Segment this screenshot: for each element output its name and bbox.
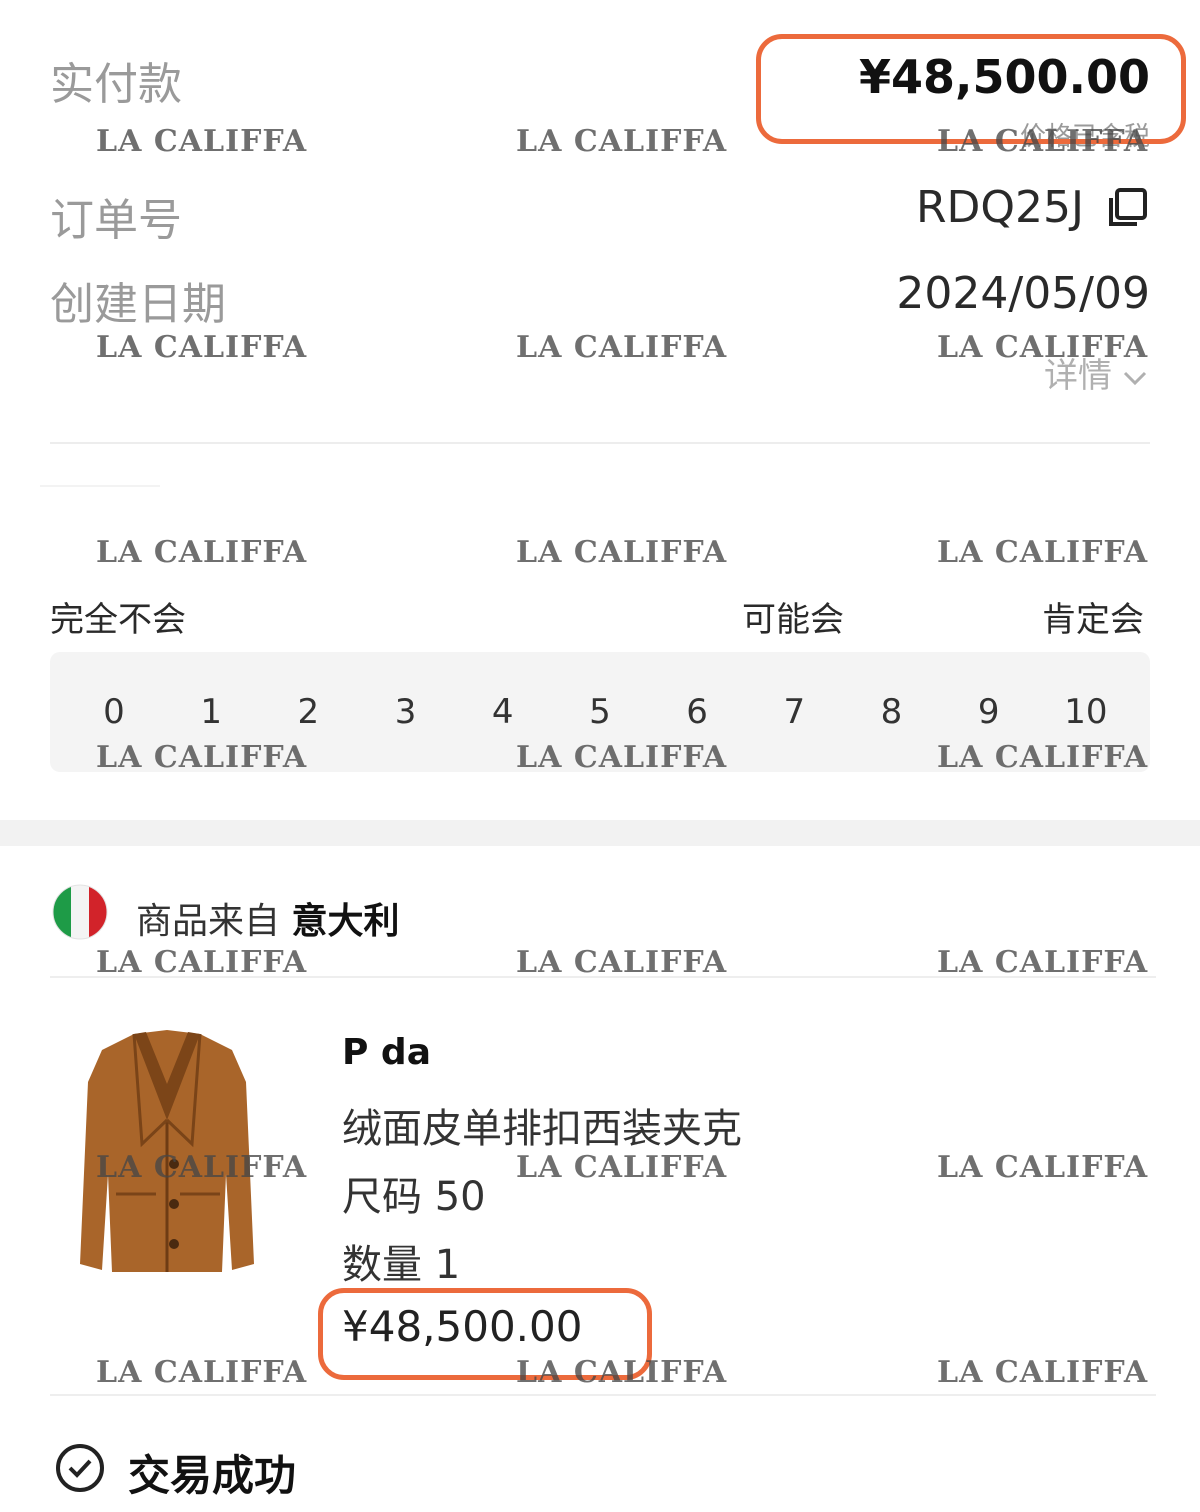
created-date: 2024/05/09 (896, 268, 1150, 319)
order-no-row: RDQ25J (916, 182, 1148, 233)
product-brand: P da (342, 1032, 431, 1073)
watermark-text: LA CALIFFA (516, 1150, 728, 1185)
watermark-text: LA CALIFFA (937, 740, 1149, 775)
watermark-text: LA CALIFFA (96, 330, 308, 365)
product-name[interactable]: 绒面皮单排扣西装夹克 (342, 1096, 742, 1154)
product-divider (50, 1394, 1156, 1396)
copy-icon[interactable] (1106, 187, 1148, 229)
section-separator (0, 820, 1200, 846)
rating-option-0[interactable]: 0 (92, 692, 136, 732)
order-divider (50, 442, 1150, 444)
rating-option-2[interactable]: 2 (286, 692, 330, 732)
watermark-text: LA CALIFFA (96, 535, 308, 570)
origin-line: 商品来自 意大利 (136, 892, 399, 944)
watermark-text: LA CALIFFA (96, 124, 308, 159)
rating-option-8[interactable]: 8 (870, 692, 914, 732)
watermark-text: LA CALIFFA (96, 1150, 308, 1185)
watermark-text: LA CALIFFA (516, 1355, 728, 1390)
watermark-text: LA CALIFFA (516, 535, 728, 570)
scale-mid-label: 可能会 (742, 600, 844, 640)
watermark-text: LA CALIFFA (937, 1355, 1149, 1390)
watermark-text: LA CALIFFA (96, 740, 308, 775)
origin-prefix: 商品来自 (136, 901, 281, 942)
scale-right-label: 肯定会 (1042, 600, 1144, 640)
watermark-text: LA CALIFFA (937, 1150, 1149, 1185)
trade-status: 交易成功 (128, 1451, 297, 1500)
origin-country: 意大利 (291, 901, 400, 942)
rating-option-10[interactable]: 10 (1064, 692, 1108, 732)
watermark-text: LA CALIFFA (937, 945, 1149, 980)
rating-option-9[interactable]: 9 (967, 692, 1011, 732)
product-quantity: 数量 1 (342, 1242, 461, 1288)
watermark-text: LA CALIFFA (516, 945, 728, 980)
rating-option-5[interactable]: 5 (578, 692, 622, 732)
faint-line (40, 485, 160, 487)
watermark-text: LA CALIFFA (516, 740, 728, 775)
italy-flag-icon (52, 884, 108, 940)
watermark-text: LA CALIFFA (937, 330, 1149, 365)
rating-option-7[interactable]: 7 (772, 692, 816, 732)
rating-option-3[interactable]: 3 (384, 692, 428, 732)
rating-option-6[interactable]: 6 (675, 692, 719, 732)
order-no: RDQ25J (915, 182, 1084, 233)
watermark-text: LA CALIFFA (96, 945, 308, 980)
rating-option-4[interactable]: 4 (481, 692, 525, 732)
rating-option-1[interactable]: 1 (189, 692, 233, 732)
watermark-text: LA CALIFFA (96, 1355, 308, 1390)
check-circle-icon (54, 1442, 106, 1494)
product-size: 尺码 50 (342, 1174, 486, 1220)
watermark-text: LA CALIFFA (516, 330, 728, 365)
scale-left-label: 完全不会 (50, 600, 186, 640)
order-no-label: 订单号 (50, 195, 182, 246)
created-label: 创建日期 (50, 279, 226, 330)
watermark-text: LA CALIFFA (516, 124, 728, 159)
paid-label: 实付款 (50, 59, 182, 110)
watermark-text: LA CALIFFA (937, 535, 1149, 570)
watermark-text: LA CALIFFA (937, 124, 1149, 159)
